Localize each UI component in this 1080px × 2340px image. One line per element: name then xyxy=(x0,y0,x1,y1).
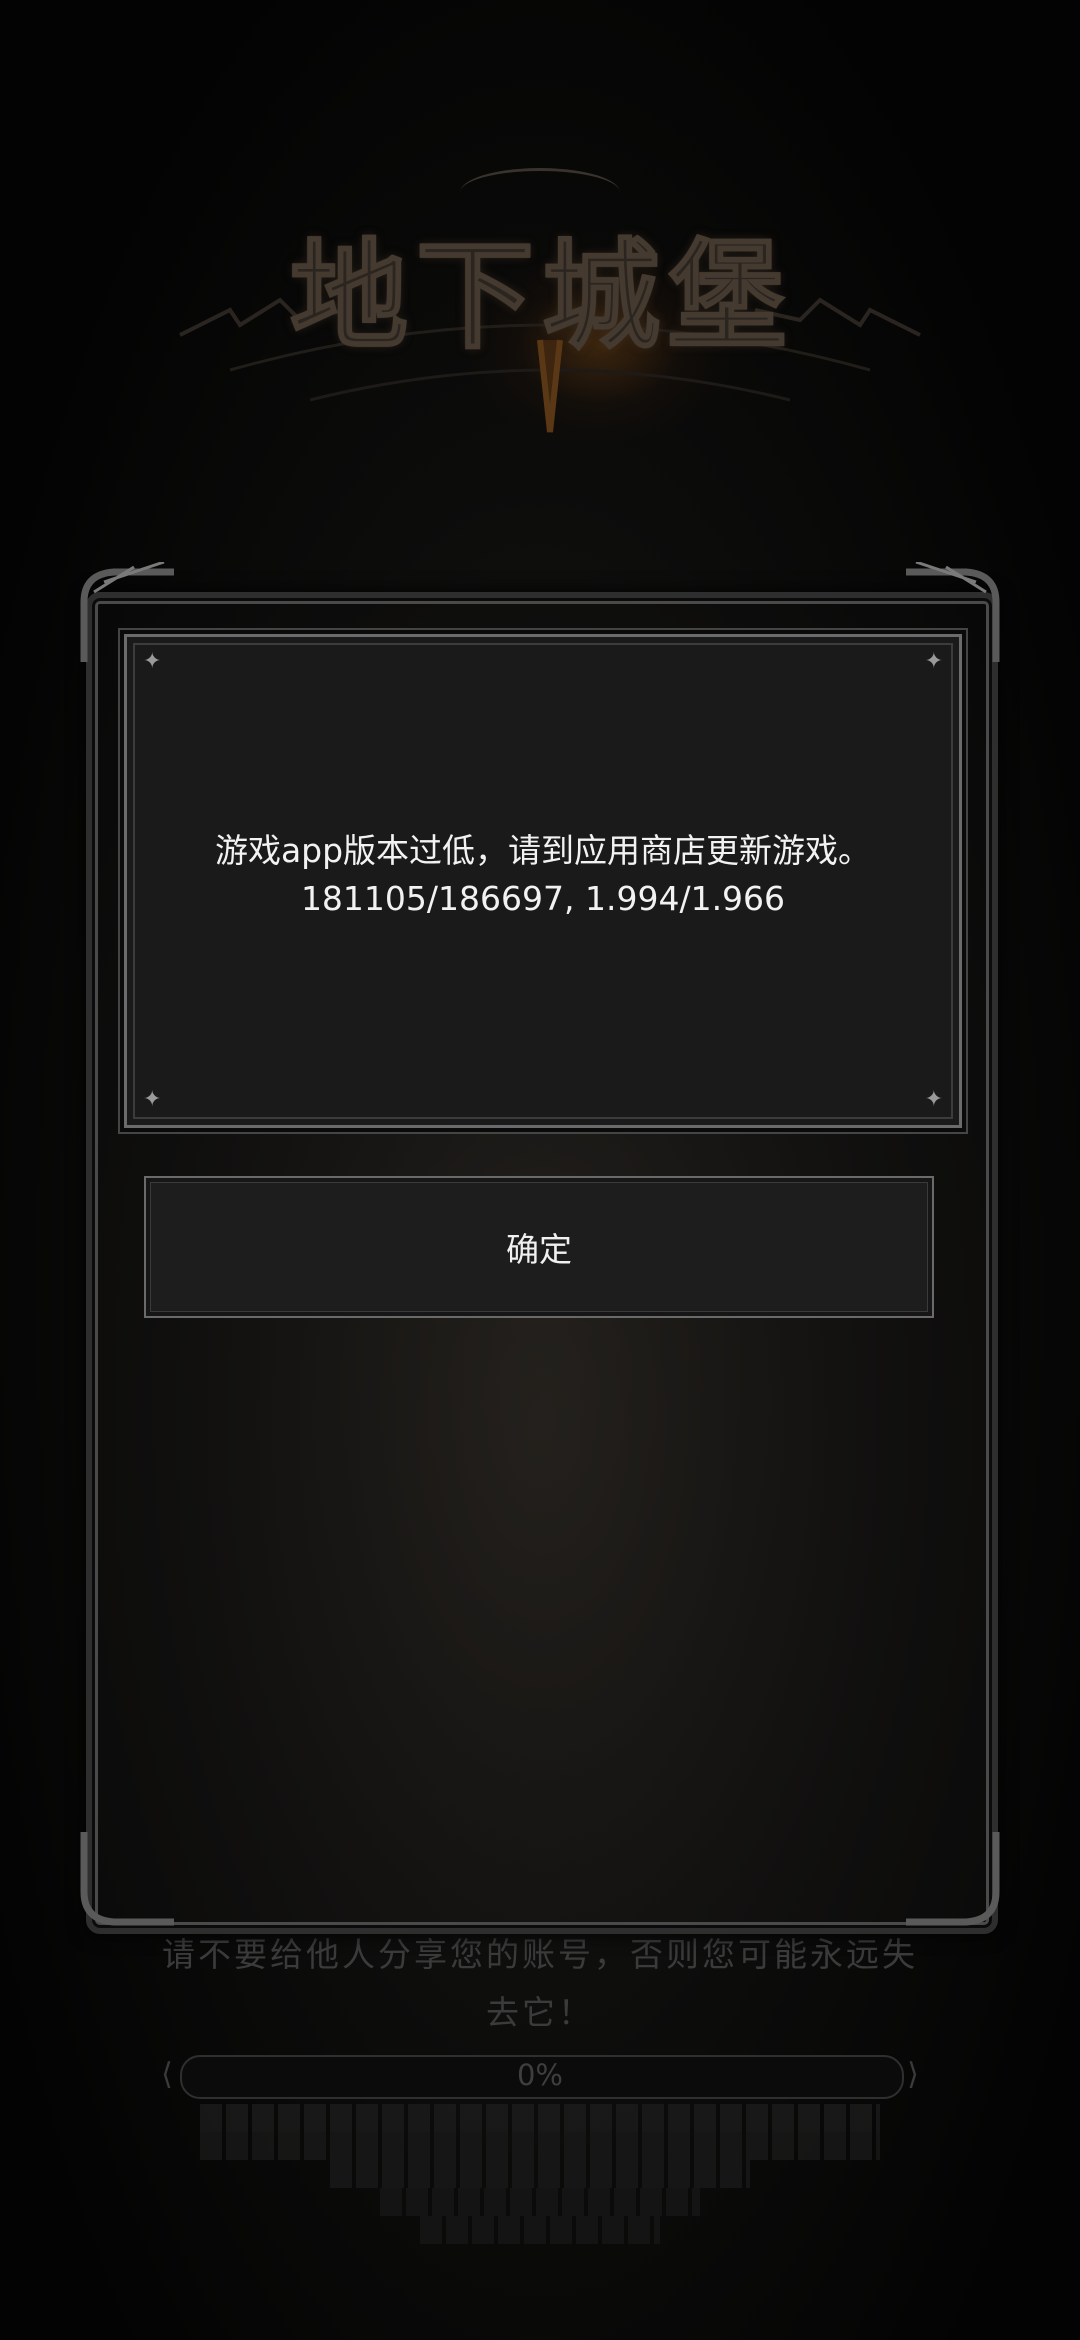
logo-title: 地下城堡 xyxy=(289,225,795,366)
sparkle-icon: ✦ xyxy=(924,649,943,674)
account-warning-text: 请不要给他人分享您的账号，否则您可能永远失 去它！ xyxy=(100,1926,980,2042)
update-required-message: 游戏app版本过低，请到应用商店更新游戏。 181105/186697, 1.9… xyxy=(127,827,959,923)
game-logo: 地下城堡 xyxy=(170,160,930,440)
progress-percent: 0% xyxy=(516,2058,563,2092)
frame-corner-bottom-left-icon xyxy=(80,1832,174,1926)
sparkle-icon: ✦ xyxy=(143,649,162,674)
message-line-1: 游戏app版本过低，请到应用商店更新游戏。 xyxy=(214,831,872,870)
message-panel: ✦ ✦ ✦ ✦ 游戏app版本过低，请到应用商店更新游戏。 181105/186… xyxy=(124,634,962,1128)
progress-left-cap-icon: ⟨ xyxy=(161,2057,173,2092)
warning-line-2: 去它！ xyxy=(486,1993,594,2032)
legal-notice-blurred xyxy=(200,2104,880,2244)
sparkle-icon: ✦ xyxy=(143,1087,162,1112)
progress-right-cap-icon: ⟩ xyxy=(907,2057,919,2092)
game-screen: 地下城堡 请不要给他人分享您的账号，否则您可能永远失 去它！ ⟨ ⟩ 0% ✦ … xyxy=(0,0,1080,2340)
confirm-button[interactable]: 确定 xyxy=(144,1176,934,1318)
sparkle-icon: ✦ xyxy=(924,1087,943,1112)
message-line-2: 181105/186697, 1.994/1.966 xyxy=(300,879,786,918)
warning-line-1: 请不要给他人分享您的账号，否则您可能永远失 xyxy=(162,1935,918,1974)
frame-corner-bottom-right-icon xyxy=(906,1832,1000,1926)
